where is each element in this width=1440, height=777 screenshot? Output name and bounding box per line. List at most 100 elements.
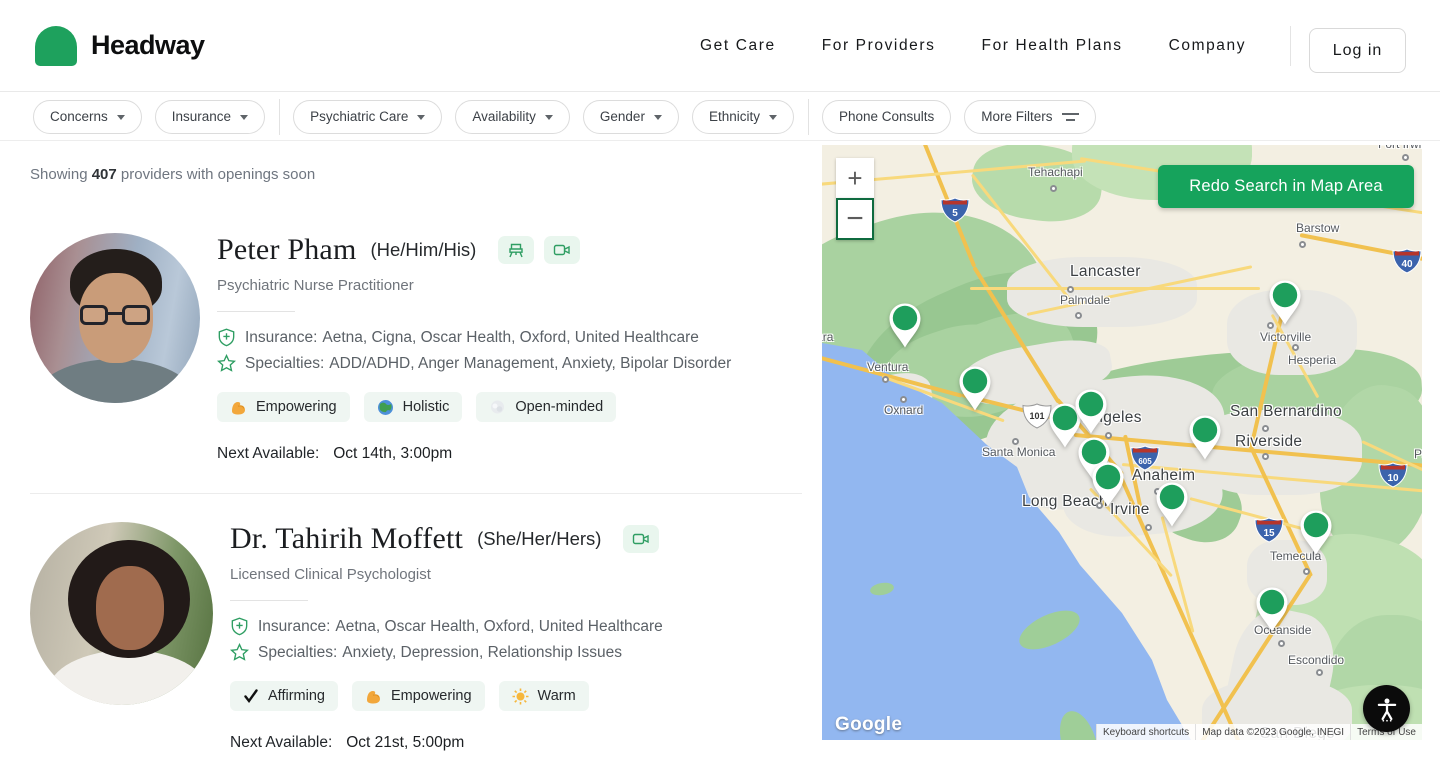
muscle-icon (230, 399, 247, 416)
provider-card[interactable]: Dr. Tahirih Moffett (She/Her/Hers) Licen… (30, 493, 802, 752)
video-icon (631, 529, 651, 549)
accessibility-widget-button[interactable] (1363, 685, 1410, 732)
nav-get-care[interactable]: Get Care (700, 37, 776, 55)
main-nav: Get Care For Providers For Health Plans … (700, 0, 1246, 92)
card-divider (230, 600, 308, 601)
map-city-label: San Bernardino (1230, 403, 1342, 421)
filter-availability[interactable]: Availability (455, 100, 570, 134)
map-city-label: Barstow (1296, 221, 1339, 235)
filter-insurance[interactable]: Insurance (155, 100, 265, 134)
chevron-down-icon (654, 115, 662, 120)
map-city-dot (1303, 568, 1310, 575)
trait-label: Empowering (256, 399, 337, 415)
headway-logo-icon (35, 26, 77, 66)
next-available-time: Oct 14th, 3:00pm (333, 445, 452, 463)
map-city-label: Fort Irwin (1378, 145, 1422, 151)
provider-map-pin[interactable] (1154, 481, 1190, 528)
svg-text:15: 15 (1263, 528, 1275, 539)
filter-phone-consults-label: Phone Consults (839, 109, 934, 124)
google-logo[interactable]: Google (835, 714, 902, 736)
chevron-down-icon (545, 115, 553, 120)
svg-text:10: 10 (1387, 473, 1399, 484)
card-divider (217, 311, 295, 312)
redo-search-button[interactable]: Redo Search in Map Area (1158, 165, 1414, 208)
filter-more-filters-label: More Filters (981, 109, 1052, 124)
provider-credential: Licensed Clinical Psychologist (230, 566, 663, 583)
keyboard-shortcuts-link[interactable]: Keyboard shortcuts (1096, 724, 1195, 740)
map-city-dot (1292, 344, 1299, 351)
nav-for-providers[interactable]: For Providers (822, 37, 936, 55)
provider-map-pin[interactable] (1254, 586, 1290, 633)
map-city-dot (900, 396, 907, 403)
provider-map-pin[interactable] (1090, 461, 1126, 508)
provider-credential: Psychiatric Nurse Practitioner (217, 277, 731, 294)
muscle-icon (365, 688, 382, 705)
nav-for-health-plans[interactable]: For Health Plans (982, 37, 1123, 55)
login-button[interactable]: Log in (1309, 28, 1406, 73)
map-city-dot (1050, 185, 1057, 192)
svg-text:605: 605 (1138, 457, 1152, 466)
provider-map-pin[interactable] (1267, 279, 1303, 326)
chevron-down-icon (417, 115, 425, 120)
filter-gender[interactable]: Gender (583, 100, 679, 134)
provider-map-pin[interactable] (1073, 388, 1109, 435)
globe-icon (377, 399, 394, 416)
insurance-list: Aetna, Cigna, Oscar Health, Oxford, Unit… (322, 329, 699, 347)
filter-psychiatric-care[interactable]: Psychiatric Care (293, 100, 442, 134)
top-navbar: Headway Get Care For Providers For Healt… (0, 0, 1440, 92)
nav-company[interactable]: Company (1169, 37, 1247, 55)
provider-card[interactable]: Peter Pham (He/Him/His) Psychiatric Nurs… (30, 233, 802, 463)
video-icon (552, 240, 572, 260)
map-city-label: Santa Barbara (822, 330, 833, 344)
filter-phone-consults[interactable]: Phone Consults (822, 100, 951, 134)
provider-pronouns: (She/Her/Hers) (477, 528, 601, 550)
provider-avatar[interactable] (30, 233, 200, 403)
next-available-label: Next Available: (217, 445, 319, 463)
headway-logo[interactable]: Headway (35, 26, 205, 66)
provider-map-pin[interactable] (887, 302, 923, 349)
next-available-time: Oct 21st, 5:00pm (346, 734, 464, 752)
filter-ethnicity[interactable]: Ethnicity (692, 100, 794, 134)
provider-map-pin[interactable] (1187, 414, 1223, 461)
avatar-art (48, 650, 208, 705)
map-city-label: Riverside (1235, 433, 1302, 451)
video-sessions-badge (544, 236, 580, 264)
results-map[interactable]: 5401016051015 Fort IrwinTehachapiLancast… (822, 145, 1422, 740)
provider-name[interactable]: Dr. Tahirih Moffett (230, 522, 463, 556)
results-summary-prefix: Showing (30, 166, 92, 183)
map-zoom-in-button[interactable]: + (836, 158, 874, 198)
provider-name[interactable]: Peter Pham (217, 233, 356, 267)
chevron-down-icon (240, 115, 248, 120)
filter-concerns[interactable]: Concerns (33, 100, 142, 134)
filter-gender-label: Gender (600, 109, 645, 124)
map-city-dot (882, 376, 889, 383)
provider-avatar[interactable] (30, 522, 213, 705)
map-city-dot (1145, 524, 1152, 531)
map-city-dot (1316, 669, 1323, 676)
map-city-label: Palmdale (1060, 293, 1110, 307)
interstate-shield: 40 (1392, 248, 1422, 274)
map-zoom-out-button[interactable]: − (836, 198, 874, 240)
trait-label: Empowering (391, 688, 472, 704)
map-city-label: Oxnard (884, 403, 923, 417)
map-city-dot (1075, 312, 1082, 319)
trait-badge: Empowering (352, 681, 485, 711)
results-count: 407 (92, 166, 117, 183)
provider-map-pin[interactable] (1298, 509, 1334, 556)
next-available-label: Next Available: (230, 734, 332, 752)
map-city-label: Santa Monica (982, 445, 1055, 459)
trait-badge: Empowering (217, 392, 350, 422)
avatar-art (80, 305, 108, 325)
shield-plus-icon (230, 617, 249, 636)
sun-icon (512, 688, 529, 705)
filter-group-divider (279, 99, 280, 135)
provider-map-pin[interactable] (957, 365, 993, 412)
filter-more-filters[interactable]: More Filters (964, 100, 1095, 134)
map-city-label: Lancaster (1070, 263, 1141, 281)
map-city-dot (1262, 453, 1269, 460)
filter-ethnicity-label: Ethnicity (709, 109, 760, 124)
map-city-dot (1402, 154, 1409, 161)
video-sessions-badge (623, 525, 659, 553)
nav-divider (1290, 26, 1291, 66)
chair-icon (506, 240, 526, 260)
